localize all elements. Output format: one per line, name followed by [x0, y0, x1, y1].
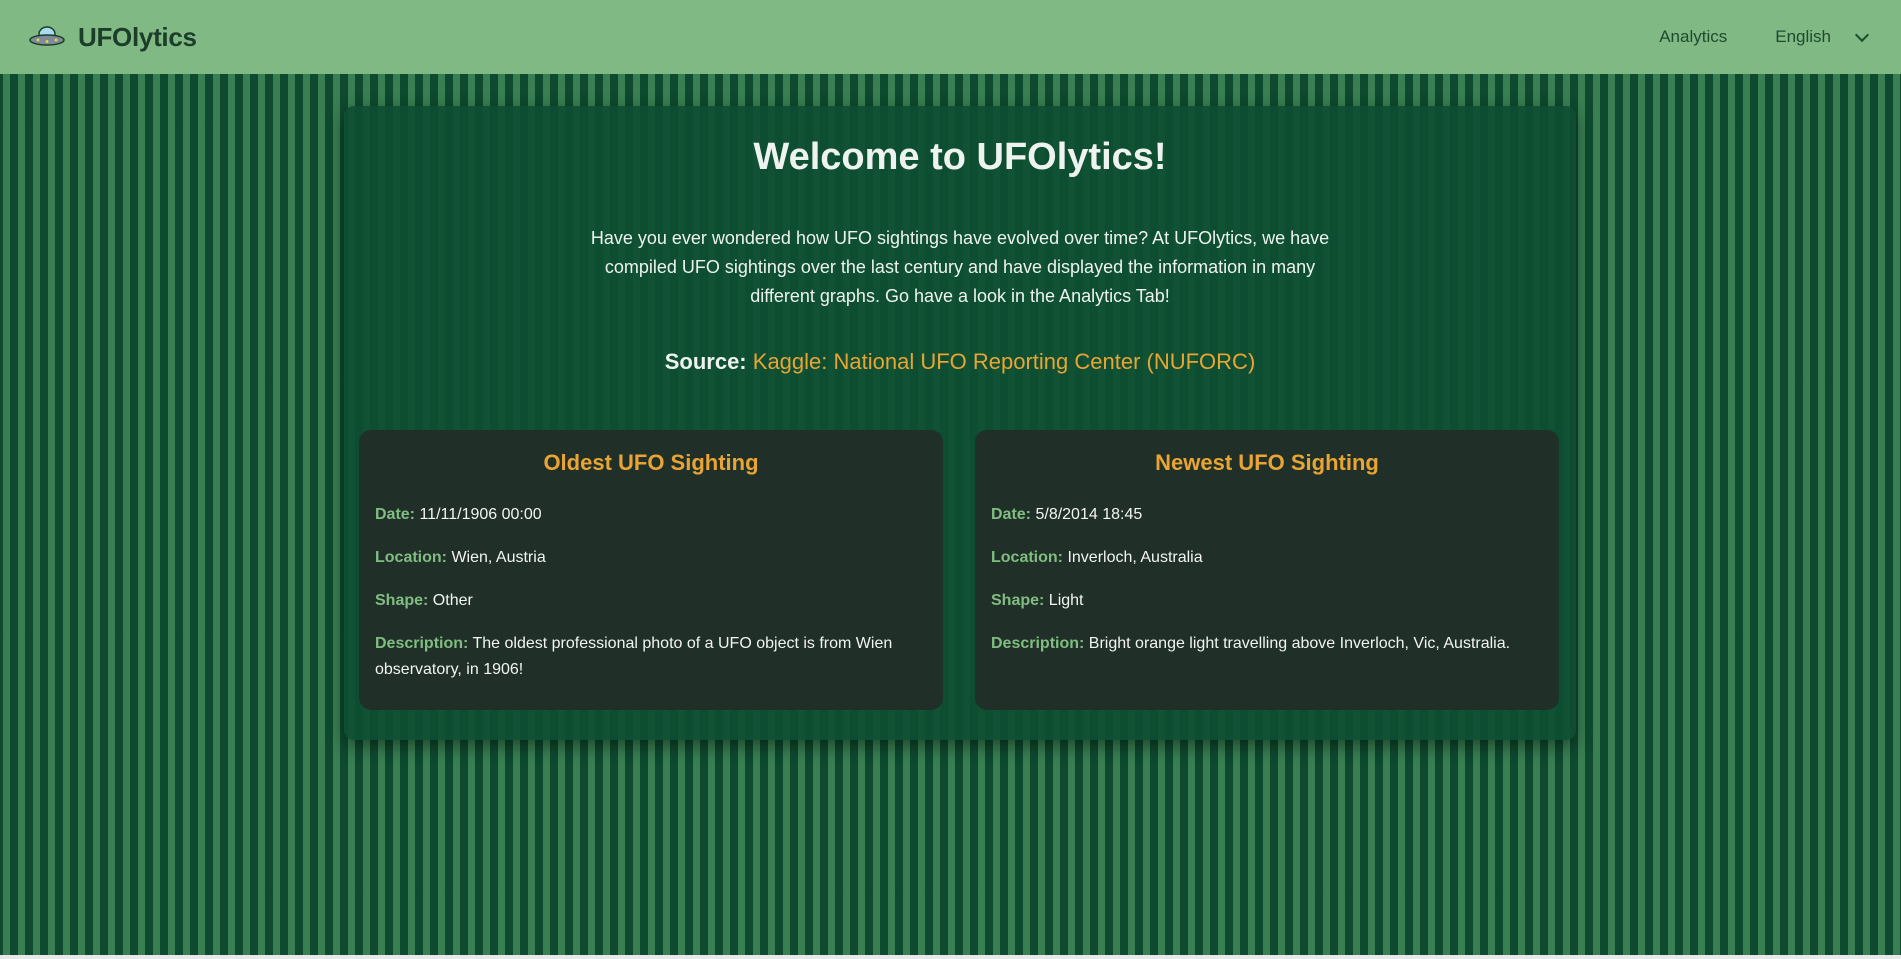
field-label: Description: — [991, 635, 1085, 652]
page-title: Welcome to UFOlytics! — [753, 136, 1167, 178]
nav-link-analytics[interactable]: Analytics — [1659, 27, 1727, 47]
field-value: 5/8/2014 18:45 — [1035, 506, 1143, 523]
field-label: Description: — [375, 635, 469, 652]
shape-field: Shape: Light — [991, 588, 1543, 614]
card-title: Newest UFO Sighting — [1155, 450, 1379, 475]
description-field: Description: Bright orange light travell… — [991, 631, 1543, 657]
language-value: English — [1775, 27, 1831, 46]
field-label: Date: — [991, 506, 1032, 523]
brand-name: UFOlytics — [78, 21, 197, 52]
language-select[interactable]: English — [1775, 27, 1870, 47]
field-value: Wien, Austria — [451, 549, 546, 566]
field-value: Inverloch, Australia — [1067, 549, 1203, 566]
brand-link[interactable]: UFOlytics — [28, 22, 197, 53]
navbar: UFOlytics Analytics English — [0, 0, 1901, 74]
field-value: Light — [1048, 592, 1084, 609]
intro-text: Have you ever wondered how UFO sightings… — [590, 228, 1330, 306]
nav-right: Analytics English — [1659, 27, 1873, 47]
date-field: Date: 5/8/2014 18:45 — [991, 502, 1543, 528]
source-link[interactable]: Kaggle: National UFO Reporting Center (N… — [753, 349, 1256, 374]
field-value: Other — [432, 592, 473, 609]
source-line: Source: Kaggle: National UFO Reporting C… — [344, 349, 1576, 375]
field-label: Shape: — [375, 592, 429, 609]
field-label: Date: — [375, 506, 416, 523]
location-field: Location: Wien, Austria — [375, 545, 927, 571]
ufo-icon — [28, 25, 66, 49]
source-label: Source: — [664, 349, 747, 374]
location-field: Location: Inverloch, Australia — [991, 545, 1543, 571]
description-field: Description: The oldest professional pho… — [375, 631, 927, 683]
shape-field: Shape: Other — [375, 588, 927, 614]
field-value: Bright orange light travelling above Inv… — [1088, 635, 1511, 652]
field-label: Shape: — [991, 592, 1045, 609]
page-bottom-edge — [0, 955, 1901, 959]
chevron-down-icon — [1854, 27, 1870, 42]
oldest-sighting-card: Oldest UFO Sighting Date: 11/11/1906 00:… — [359, 430, 943, 710]
card-title: Oldest UFO Sighting — [543, 450, 759, 475]
newest-sighting-card: Newest UFO Sighting Date: 5/8/2014 18:45… — [975, 430, 1559, 710]
field-value: 11/11/1906 00:00 — [419, 506, 542, 523]
field-label: Location: — [375, 549, 447, 566]
date-field: Date: 11/11/1906 00:00 — [375, 502, 927, 528]
welcome-panel: Welcome to UFOlytics! Have you ever wond… — [344, 106, 1576, 740]
field-label: Location: — [991, 549, 1063, 566]
